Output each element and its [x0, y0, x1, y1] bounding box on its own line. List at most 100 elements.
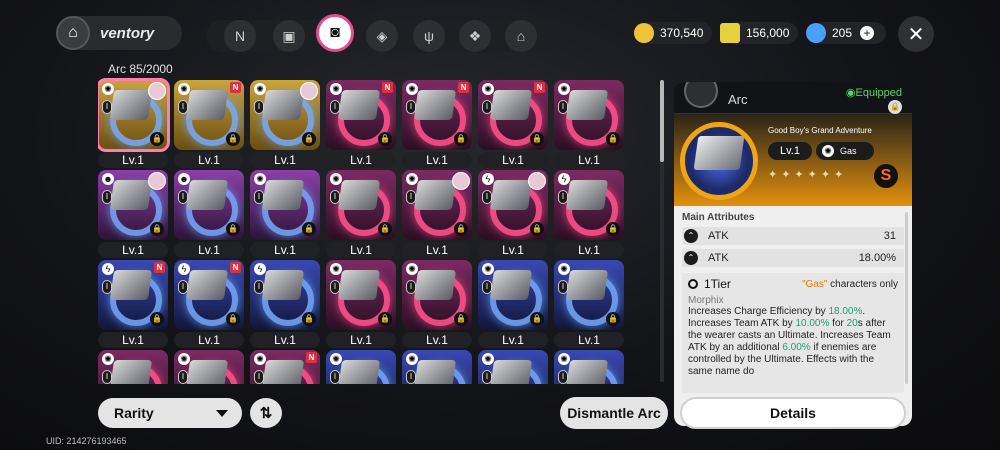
lock-icon: 🔒 — [606, 132, 620, 146]
arc-level: Lv.1 — [478, 242, 548, 258]
tier-icon: I — [406, 190, 416, 204]
arc-card[interactable]: ✺I🔒 — [554, 260, 624, 330]
arc-item[interactable]: ✺I🔒 — [174, 350, 244, 384]
lock-icon: 🔒 — [378, 132, 392, 146]
arc-cover-icon — [489, 360, 533, 384]
tier-icon: I — [178, 280, 188, 294]
rarity-filter-dropdown[interactable]: Rarity — [98, 398, 242, 428]
grid-scrollbar[interactable] — [660, 80, 664, 382]
arc-item[interactable]: ✺ I N 🔒 Lv.1 — [478, 80, 548, 168]
arc-card[interactable]: ϟ I N 🔒 — [174, 260, 244, 330]
effect-description: Increases Charge Efficiency by 18.00%. I… — [688, 306, 891, 377]
element-icon: ✺ — [102, 353, 114, 365]
equipped-character-avatar — [300, 82, 318, 100]
scrollbar-thumb[interactable] — [660, 80, 664, 162]
arc-item[interactable]: ✺ I 🔒 Lv.1 — [554, 80, 624, 168]
new-badge: N — [230, 82, 241, 93]
arc-card[interactable]: ✺I🔒 — [250, 80, 320, 150]
detail-scrollbar[interactable] — [905, 212, 908, 384]
arc-item[interactable]: ✺ I N 🔒 Lv.1 — [174, 80, 244, 168]
tab-items[interactable]: ◈ — [366, 20, 398, 52]
arc-card[interactable]: ϟ I N 🔒 — [98, 260, 168, 330]
arc-item[interactable]: ✺I🔒 — [326, 350, 396, 384]
arc-card[interactable]: ✺I🔒 — [250, 170, 320, 240]
arc-card[interactable]: ✺IN🔒 — [478, 80, 548, 150]
arc-card[interactable]: ✺I🔒 — [98, 78, 170, 152]
arc-item[interactable]: ☻ I 🔒 Lv.1 — [98, 170, 168, 258]
arc-item[interactable]: ✺ I 🔒 Lv.1 — [554, 260, 624, 348]
arc-card[interactable]: ✺I🔒 — [478, 260, 548, 330]
arc-item[interactable]: ✺ I 🔒 Lv.1 — [402, 260, 472, 348]
arc-level: Lv.1 — [768, 142, 812, 160]
arc-cover-icon — [565, 360, 609, 384]
element-icon: ☻ — [178, 173, 190, 185]
arc-card[interactable]: ☻ I 🔒 — [98, 170, 168, 240]
dismantle-arc-button[interactable]: Dismantle Arc — [560, 397, 668, 429]
tab-arcs[interactable]: ◙ — [316, 14, 354, 52]
arc-cover-icon — [261, 360, 305, 384]
arc-card[interactable]: ✺I🔒 — [174, 350, 244, 384]
tab-food[interactable]: ψ — [413, 20, 445, 52]
arc-item[interactable]: ✺I🔒 — [554, 350, 624, 384]
arc-cover-icon — [489, 270, 533, 300]
tier-icon: I — [406, 280, 416, 294]
arc-card[interactable]: ☻ I 🔒 — [174, 170, 244, 240]
arc-item[interactable]: ✺ I N 🔒 Lv.1 — [326, 80, 396, 168]
close-button[interactable]: ✕ — [898, 16, 934, 52]
arc-card[interactable]: ✺IN🔒 — [402, 80, 472, 150]
element-icon: ✺ — [482, 83, 494, 95]
arc-item[interactable]: ✺ I 🔒 Lv.1 — [250, 170, 320, 258]
tier-icon: I — [482, 370, 492, 384]
arc-card[interactable]: ✺I🔒 — [98, 350, 168, 384]
arc-card[interactable]: ✺I🔒 — [402, 170, 472, 240]
arc-cover-icon — [565, 270, 609, 300]
arc-item[interactable]: ✺ I 🔒 Lv.1 — [402, 170, 472, 258]
ticket-icon — [720, 23, 740, 43]
arc-card[interactable]: ✺I🔒 — [402, 260, 472, 330]
lock-icon: 🔒 — [530, 132, 544, 146]
tab-characters[interactable]: N — [224, 20, 256, 52]
element-icon: ✺ — [178, 353, 190, 365]
element-icon: ✺ — [254, 173, 266, 185]
element-icon: ✺ — [178, 83, 190, 95]
arc-item[interactable]: ✺ I 🔒 Lv.1 — [326, 260, 396, 348]
arc-card[interactable]: ϟ I 🔒 — [250, 260, 320, 330]
arc-card[interactable]: ✺IN🔒 — [250, 350, 320, 384]
arc-card[interactable]: ✺I🔒 — [326, 350, 396, 384]
arc-item[interactable]: ✺ I N 🔒 Lv.1 — [402, 80, 472, 168]
tier-icon: I — [558, 370, 568, 384]
arc-card[interactable]: ✺I🔒 — [554, 350, 624, 384]
arc-card[interactable]: ϟ I 🔒 — [478, 170, 548, 240]
arc-item[interactable]: ✺I🔒 — [402, 350, 472, 384]
arc-item[interactable]: ✺I🔒 — [478, 350, 548, 384]
arc-card[interactable]: ✺I🔒 — [478, 350, 548, 384]
arc-item[interactable]: ϟ I 🔒 Lv.1 — [250, 260, 320, 348]
sort-order-button[interactable]: ⇅ — [250, 398, 282, 428]
arc-item[interactable]: ✺ I 🔒 Lv.1 — [478, 260, 548, 348]
details-button[interactable]: Details — [680, 397, 906, 429]
arc-item[interactable]: ✺ I 🔒 Lv.1 — [326, 170, 396, 258]
arc-card[interactable]: ✺I🔒 — [326, 260, 396, 330]
arc-card[interactable]: ✺I🔒 — [402, 350, 472, 384]
arc-item[interactable]: ✺ I 🔒 Lv.1 — [250, 80, 320, 168]
add-crystal-icon[interactable]: + — [860, 26, 875, 40]
arc-card[interactable]: ϟ I 🔒 — [554, 170, 624, 240]
arc-item[interactable]: ϟ I 🔒 Lv.1 — [478, 170, 548, 258]
arc-card[interactable]: ✺IN🔒 — [326, 80, 396, 150]
arc-item[interactable]: ✺ I 🔒 Lv.1 — [98, 78, 170, 168]
arc-item[interactable]: ✺I🔒 — [98, 350, 168, 384]
lock-icon: 🔒 — [454, 222, 468, 236]
arc-card[interactable]: ✺IN🔒 — [174, 80, 244, 150]
tab-materials[interactable]: ❖ — [459, 20, 491, 52]
tab-backpack[interactable]: ▣ — [273, 20, 305, 52]
arc-card[interactable]: ✺I🔒 — [554, 80, 624, 150]
arc-card[interactable]: ✺I🔒 — [326, 170, 396, 240]
arc-level: Lv.1 — [554, 242, 624, 258]
arc-item[interactable]: ☻ I 🔒 Lv.1 — [174, 170, 244, 258]
lock-icon[interactable]: 🔒 — [888, 100, 902, 114]
arc-item[interactable]: ϟ I 🔒 Lv.1 — [554, 170, 624, 258]
arc-item[interactable]: ϟ I N 🔒 Lv.1 — [98, 260, 168, 348]
arc-item[interactable]: ϟ I N 🔒 Lv.1 — [174, 260, 244, 348]
tab-home[interactable]: ⌂ — [505, 20, 537, 52]
arc-item[interactable]: ✺IN🔒 — [250, 350, 320, 384]
